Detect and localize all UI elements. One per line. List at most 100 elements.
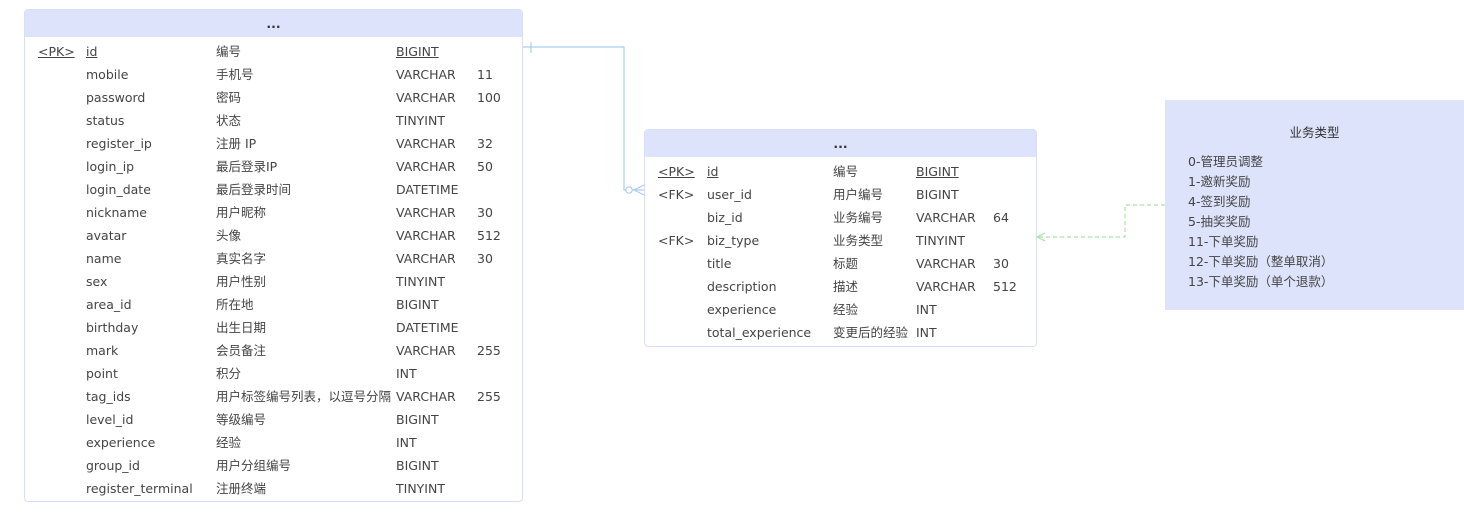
column-type: VARCHAR bbox=[396, 343, 456, 358]
column-type: TINYINT bbox=[916, 233, 965, 248]
column-comment: 用户标签编号列表，以逗号分隔 bbox=[216, 389, 392, 404]
column-type: DATETIME bbox=[396, 182, 459, 197]
note-line: 5-抽奖奖励 bbox=[1188, 214, 1251, 229]
column-row[interactable]: experience 经验 INT bbox=[25, 431, 522, 454]
column-row[interactable]: <FK> user_id 用户编号 BIGINT bbox=[645, 183, 1036, 206]
column-name: login_date bbox=[86, 182, 151, 197]
column-length: 100 bbox=[477, 90, 501, 105]
column-row[interactable]: group_id 用户分组编号 BIGINT bbox=[25, 454, 522, 477]
column-comment: 用户编号 bbox=[833, 187, 884, 202]
column-row[interactable]: password 密码 VARCHAR 100 bbox=[25, 86, 522, 109]
column-name: group_id bbox=[86, 458, 140, 473]
column-comment: 密码 bbox=[216, 90, 242, 105]
column-name: status bbox=[86, 113, 125, 128]
user-entity-rows: <PK> id 编号 BIGINT mobile 手机号 VARCHAR 11 password… bbox=[25, 37, 522, 500]
column-comment: 最后登录时间 bbox=[216, 182, 292, 197]
column-type: INT bbox=[916, 325, 937, 340]
experience-record-entity-table[interactable]: ... <PK> id 编号 BIGINT <FK> user_id 用户编号 BIGINT b… bbox=[644, 129, 1037, 347]
column-row[interactable]: point 积分 INT bbox=[25, 362, 522, 385]
note-line: 1-邀新奖励 bbox=[1188, 174, 1251, 189]
column-row[interactable]: <FK> biz_type 业务类型 TINYINT bbox=[645, 229, 1036, 252]
column-name: level_id bbox=[86, 412, 134, 427]
column-name: sex bbox=[86, 274, 108, 289]
user-record-relationship bbox=[521, 42, 645, 196]
note-line: 0-管理员调整 bbox=[1188, 154, 1263, 169]
many-end-crowfoot-top bbox=[633, 184, 645, 191]
column-length: 30 bbox=[477, 251, 493, 266]
column-row[interactable]: nickname 用户昵称 VARCHAR 30 bbox=[25, 201, 522, 224]
many-end-crowfoot-bottom bbox=[633, 189, 645, 196]
biz-type-note[interactable]: 业务类型 0-管理员调整 1-邀新奖励 4-签到奖励 5-抽奖奖励 11-下单奖励 12-… bbox=[1165, 100, 1464, 310]
column-row[interactable]: mobile 手机号 VARCHAR 11 bbox=[25, 63, 522, 86]
column-type: VARCHAR bbox=[396, 136, 456, 151]
column-type: VARCHAR bbox=[916, 256, 976, 271]
column-row[interactable]: <PK> id 编号 BIGINT bbox=[25, 40, 522, 63]
column-row[interactable]: area_id 所在地 BIGINT bbox=[25, 293, 522, 316]
column-type: BIGINT bbox=[916, 164, 959, 179]
column-type: VARCHAR bbox=[396, 251, 456, 266]
column-length: 32 bbox=[477, 136, 493, 151]
column-row[interactable]: birthday 出生日期 DATETIME bbox=[25, 316, 522, 339]
column-name: mobile bbox=[86, 67, 129, 82]
column-comment: 头像 bbox=[216, 228, 242, 243]
column-comment: 注册终端 bbox=[216, 481, 267, 496]
column-comment: 真实名字 bbox=[216, 251, 267, 266]
column-type: INT bbox=[396, 435, 417, 450]
column-type: TINYINT bbox=[396, 113, 445, 128]
column-comment: 等级编号 bbox=[216, 412, 267, 427]
column-row[interactable]: register_terminal 注册终端 TINYINT bbox=[25, 477, 522, 500]
column-type: BIGINT bbox=[916, 187, 959, 202]
column-row[interactable]: register_ip 注册 IP VARCHAR 32 bbox=[25, 132, 522, 155]
column-row[interactable]: total_experience 变更后的经验 INT bbox=[645, 321, 1036, 344]
column-name: login_ip bbox=[86, 159, 135, 174]
column-length: 255 bbox=[477, 389, 501, 404]
column-comment: 经验 bbox=[833, 302, 859, 317]
column-comment: 积分 bbox=[216, 366, 242, 381]
column-name: avatar bbox=[86, 228, 127, 243]
column-row[interactable]: tag_ids 用户标签编号列表，以逗号分隔 VARCHAR 255 bbox=[25, 385, 522, 408]
column-row[interactable]: avatar 头像 VARCHAR 512 bbox=[25, 224, 522, 247]
column-name: total_experience bbox=[707, 325, 812, 340]
column-row[interactable]: level_id 等级编号 BIGINT bbox=[25, 408, 522, 431]
column-row[interactable]: description 描述 VARCHAR 512 bbox=[645, 275, 1036, 298]
column-name: register_ip bbox=[86, 136, 152, 151]
column-row[interactable]: biz_id 业务编号 VARCHAR 64 bbox=[645, 206, 1036, 229]
column-row[interactable]: experience 经验 INT bbox=[645, 298, 1036, 321]
column-comment: 所在地 bbox=[216, 297, 254, 312]
column-name: mark bbox=[86, 343, 119, 358]
column-length: 50 bbox=[477, 159, 493, 174]
column-comment: 经验 bbox=[216, 435, 242, 450]
column-type: VARCHAR bbox=[916, 279, 976, 294]
column-type: INT bbox=[396, 366, 417, 381]
column-comment: 用户分组编号 bbox=[216, 458, 292, 473]
column-name: birthday bbox=[86, 320, 139, 335]
column-row[interactable]: status 状态 TINYINT bbox=[25, 109, 522, 132]
column-type: TINYINT bbox=[396, 274, 445, 289]
column-length: 512 bbox=[477, 228, 501, 243]
column-name: nickname bbox=[86, 205, 147, 220]
column-comment: 业务类型 bbox=[833, 233, 884, 248]
column-key: <FK> bbox=[658, 187, 695, 202]
column-row[interactable]: login_ip 最后登录IP VARCHAR 50 bbox=[25, 155, 522, 178]
column-type: BIGINT bbox=[396, 412, 439, 427]
many-end-circle bbox=[625, 186, 633, 194]
column-length: 30 bbox=[993, 256, 1009, 271]
column-name: password bbox=[86, 90, 146, 105]
column-row[interactable]: mark 会员备注 VARCHAR 255 bbox=[25, 339, 522, 362]
column-comment: 编号 bbox=[216, 44, 242, 59]
column-row[interactable]: login_date 最后登录时间 DATETIME bbox=[25, 178, 522, 201]
column-comment: 描述 bbox=[833, 279, 859, 294]
column-name: name bbox=[86, 251, 122, 266]
note-title: 业务类型 bbox=[1289, 125, 1340, 140]
column-name: biz_type bbox=[707, 233, 760, 248]
note-line: 12-下单奖励（整单取消） bbox=[1188, 254, 1334, 269]
column-type: BIGINT bbox=[396, 458, 439, 473]
column-type: VARCHAR bbox=[396, 159, 456, 174]
column-row[interactable]: <PK> id 编号 BIGINT bbox=[645, 160, 1036, 183]
user-entity-table[interactable]: ... <PK> id 编号 BIGINT mobile 手机号 VARCHAR 11 pass… bbox=[24, 9, 523, 502]
column-comment: 状态 bbox=[216, 113, 242, 128]
column-row[interactable]: title 标题 VARCHAR 30 bbox=[645, 252, 1036, 275]
column-row[interactable]: sex 用户性别 TINYINT bbox=[25, 270, 522, 293]
column-row[interactable]: name 真实名字 VARCHAR 30 bbox=[25, 247, 522, 270]
column-key: <PK> bbox=[38, 44, 75, 59]
